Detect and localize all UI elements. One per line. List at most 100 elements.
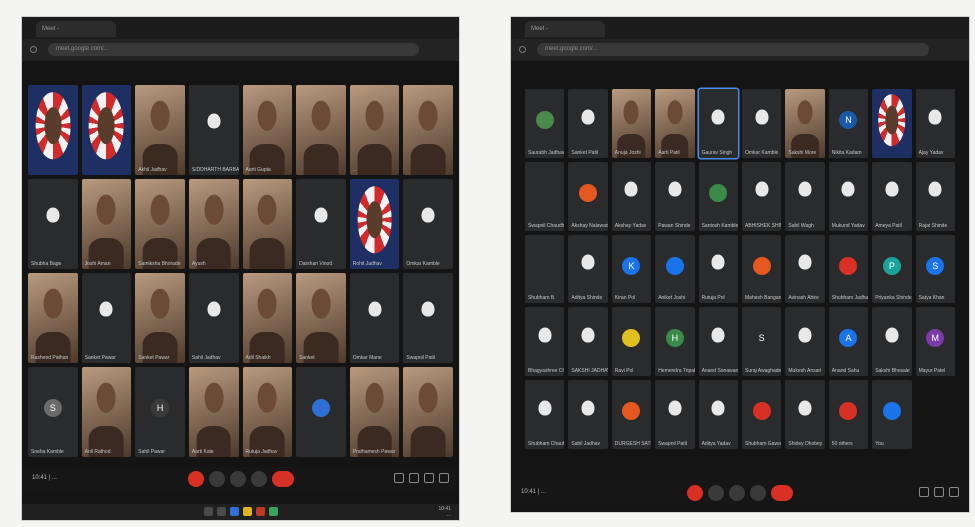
participant-tile[interactable]: Ameya Patil bbox=[872, 161, 912, 231]
leave-call-button[interactable] bbox=[771, 485, 793, 501]
participant-tile[interactable]: Omkar Kamble bbox=[742, 89, 782, 158]
participant-tile[interactable]: Shubham B. bbox=[525, 234, 565, 304]
participant-tile[interactable] bbox=[296, 367, 346, 457]
browser-tab[interactable]: Meet - bbox=[525, 21, 605, 37]
start-icon[interactable] bbox=[203, 507, 213, 516]
participant-tile[interactable]: Shubham Chauhan bbox=[525, 380, 565, 449]
leave-call-button[interactable] bbox=[271, 471, 294, 487]
participant-tile[interactable]: Rutuja Pol bbox=[698, 234, 738, 304]
participant-tile[interactable]: N Nikita Kadam bbox=[828, 89, 869, 158]
participant-tile[interactable]: Sanket Pawar bbox=[135, 273, 185, 363]
participant-tile[interactable] bbox=[403, 367, 453, 457]
participant-tile[interactable]: Anand Sonawane bbox=[698, 307, 738, 377]
camera-button[interactable] bbox=[208, 471, 225, 487]
participant-tile[interactable]: S Satya Khan bbox=[915, 234, 955, 304]
url-field[interactable]: meet.google.com/... bbox=[48, 43, 419, 56]
participant-tile[interactable]: Gaurav Singh bbox=[698, 89, 738, 158]
app-icon[interactable] bbox=[268, 507, 278, 516]
participant-tile[interactable]: Akshay Nalawade bbox=[568, 161, 608, 231]
chrome-icon[interactable] bbox=[255, 507, 265, 516]
participant-tile[interactable]: Sahil Jadhav bbox=[188, 273, 239, 363]
info-icon[interactable] bbox=[394, 473, 404, 483]
participant-tile[interactable]: Omkar Kamble bbox=[403, 179, 453, 269]
url-field[interactable]: meet.google.com/... bbox=[537, 43, 929, 56]
chat-icon[interactable] bbox=[424, 473, 434, 483]
participant-tile[interactable]: Aarti Kale bbox=[188, 367, 239, 457]
participant-tile[interactable]: H Hemendra Tripathi bbox=[655, 307, 695, 377]
participant-tile[interactable]: Aniket Joshi bbox=[655, 234, 695, 304]
participant-tile[interactable]: Adil Shaikh bbox=[242, 273, 293, 363]
participant-tile[interactable]: Mahesh Bangare bbox=[742, 234, 782, 304]
chat-icon[interactable] bbox=[949, 487, 959, 497]
participant-tile[interactable] bbox=[296, 85, 346, 175]
participant-tile[interactable]: Shubham Jadhav bbox=[828, 234, 869, 304]
participant-tile[interactable]: Santosh Kamble bbox=[698, 161, 738, 231]
participant-tile[interactable] bbox=[242, 179, 293, 269]
participant-tile[interactable]: Akhil Jadhav bbox=[135, 85, 185, 175]
reload-icon[interactable] bbox=[30, 46, 37, 53]
participant-tile[interactable]: A Anand Sahu bbox=[828, 307, 869, 377]
browser-tab[interactable]: Meet - bbox=[36, 21, 116, 37]
edge-icon[interactable] bbox=[229, 507, 239, 516]
participant-tile[interactable]: Prathamesh Pawar bbox=[349, 367, 400, 457]
participant-tile[interactable]: Rajat Shinde bbox=[915, 161, 955, 231]
mic-off-button[interactable] bbox=[187, 471, 204, 487]
participant-tile[interactable]: Swapnil Patil bbox=[655, 380, 695, 449]
participant-tile[interactable]: ABHISHEK SHINDE bbox=[742, 161, 782, 231]
participant-tile[interactable]: Darshan Vinod bbox=[296, 179, 346, 269]
participant-tile[interactable] bbox=[872, 89, 912, 158]
participant-tile[interactable]: Aarti Patil bbox=[655, 89, 695, 158]
participant-tile[interactable]: You bbox=[872, 380, 912, 449]
participant-tile[interactable]: M Mayur Patel bbox=[915, 307, 955, 377]
participant-tile[interactable]: DURGESH SATHE bbox=[611, 380, 652, 449]
participant-tile[interactable]: Pawan Shinde bbox=[655, 161, 695, 231]
participant-tile[interactable]: Anil Rathod bbox=[81, 367, 132, 457]
participant-tile[interactable]: SAKSHI JADHAV bbox=[568, 307, 608, 377]
participant-tile[interactable]: Aarti Gupta bbox=[242, 85, 293, 175]
participant-tile[interactable]: Ajay Yadav bbox=[915, 89, 955, 158]
present-button[interactable] bbox=[229, 471, 246, 487]
reload-icon[interactable] bbox=[519, 46, 526, 53]
participant-tile[interactable]: P Priyanka Shinde bbox=[872, 234, 912, 304]
participant-tile[interactable]: Mukesh Ansari bbox=[785, 307, 825, 377]
participant-tile[interactable]: Sahil Jadhav bbox=[568, 380, 608, 449]
participant-tile[interactable]: Rutuja Jadhav bbox=[242, 367, 293, 457]
participant-tile[interactable]: Swapnil Patil bbox=[403, 273, 453, 363]
participant-tile[interactable]: Shubham Gawade bbox=[742, 380, 782, 449]
participant-tile[interactable]: H Sahil Pawar bbox=[135, 367, 185, 457]
participant-tile[interactable]: SIDDHARTH BARBADE bbox=[188, 85, 239, 175]
folder-icon[interactable] bbox=[242, 507, 252, 516]
participant-tile[interactable]: Omkar Mane bbox=[349, 273, 400, 363]
participant-tile[interactable]: Samiksha Bhorade bbox=[135, 179, 185, 269]
participant-tile[interactable]: Sanket Patil bbox=[568, 89, 608, 158]
participant-tile[interactable]: Shirley Dhobey bbox=[785, 380, 825, 449]
participant-tile[interactable]: ... bbox=[349, 85, 400, 175]
participant-tile[interactable]: Rohit Jadhav bbox=[349, 179, 400, 269]
participant-tile[interactable] bbox=[403, 85, 453, 175]
people-icon[interactable] bbox=[934, 487, 944, 497]
participant-tile[interactable]: 50 others bbox=[828, 380, 869, 449]
participant-tile[interactable] bbox=[81, 85, 132, 175]
participant-tile[interactable]: Ayush bbox=[188, 179, 239, 269]
participant-tile[interactable]: Avinash Ahire bbox=[785, 234, 825, 304]
more-options-button[interactable] bbox=[250, 471, 267, 487]
participant-tile[interactable]: S Sneha Kamble bbox=[28, 367, 78, 457]
participant-tile[interactable]: Ravi Pol bbox=[611, 307, 652, 377]
more-options-button[interactable] bbox=[750, 485, 766, 501]
info-icon[interactable] bbox=[919, 487, 929, 497]
camera-button[interactable] bbox=[708, 485, 724, 501]
participant-tile[interactable] bbox=[28, 85, 78, 175]
search-icon[interactable] bbox=[216, 507, 226, 516]
participant-tile[interactable]: Sakshi More bbox=[785, 89, 825, 158]
participant-tile[interactable]: Joshi Aman bbox=[81, 179, 132, 269]
participant-tile[interactable]: Shubha Bage bbox=[28, 179, 78, 269]
participant-tile[interactable]: Sanket Pawar bbox=[81, 273, 132, 363]
participant-tile[interactable]: Anuja Joshi bbox=[611, 89, 652, 158]
participant-tile[interactable]: Aditya Yadav bbox=[698, 380, 738, 449]
people-icon[interactable] bbox=[409, 473, 419, 483]
participant-tile[interactable]: Mukund Yadav bbox=[828, 161, 869, 231]
participant-tile[interactable]: Sakshi Bhosale bbox=[872, 307, 912, 377]
participant-tile[interactable]: Rasheed Pathan bbox=[28, 273, 78, 363]
participant-tile[interactable]: Akshay Yadav bbox=[611, 161, 652, 231]
activities-icon[interactable] bbox=[439, 473, 449, 483]
